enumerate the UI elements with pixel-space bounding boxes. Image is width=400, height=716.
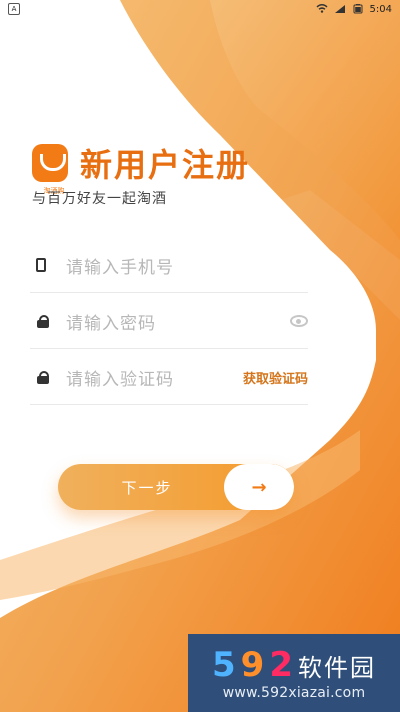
register-screen: 淘酒购 新用户注册 与百万好友一起淘酒 请输入手机号 请输入密码 请输入验证码 …	[0, 0, 400, 712]
phone-icon	[36, 258, 50, 272]
page-title: 新用户注册	[80, 146, 251, 184]
watermark-cn: 软件园	[298, 654, 376, 682]
phone-input[interactable]: 请输入手机号	[66, 253, 308, 278]
next-button[interactable]: 下一步 →	[58, 464, 294, 510]
header: 淘酒购 新用户注册	[32, 140, 251, 195]
watermark-digit-9: 9	[240, 645, 266, 685]
watermark-url: www.592xiazai.com	[222, 685, 366, 701]
app-logo: 淘酒购	[32, 144, 68, 195]
phone-field[interactable]: 请输入手机号	[30, 238, 308, 293]
next-button-label: 下一步	[121, 478, 173, 497]
code-input[interactable]: 请输入验证码	[66, 365, 243, 390]
watermark-digit-5: 5	[211, 645, 237, 685]
code-field[interactable]: 请输入验证码 获取验证码	[30, 350, 308, 405]
watermark-digit-2: 2	[269, 645, 294, 685]
get-code-button[interactable]: 获取验证码	[243, 368, 308, 387]
watermark-title: 5 9 2 软件园	[212, 645, 376, 685]
password-input[interactable]: 请输入密码	[66, 309, 290, 334]
arrow-right-icon[interactable]: →	[224, 464, 294, 510]
password-field[interactable]: 请输入密码	[30, 294, 308, 349]
eye-icon[interactable]	[290, 315, 308, 327]
lock-icon	[36, 370, 50, 384]
page-subtitle: 与百万好友一起淘酒	[32, 191, 167, 207]
smile-icon	[40, 154, 66, 171]
lock-icon	[36, 314, 50, 328]
watermark-banner: 5 9 2 软件园 www.592xiazai.com	[188, 634, 400, 712]
